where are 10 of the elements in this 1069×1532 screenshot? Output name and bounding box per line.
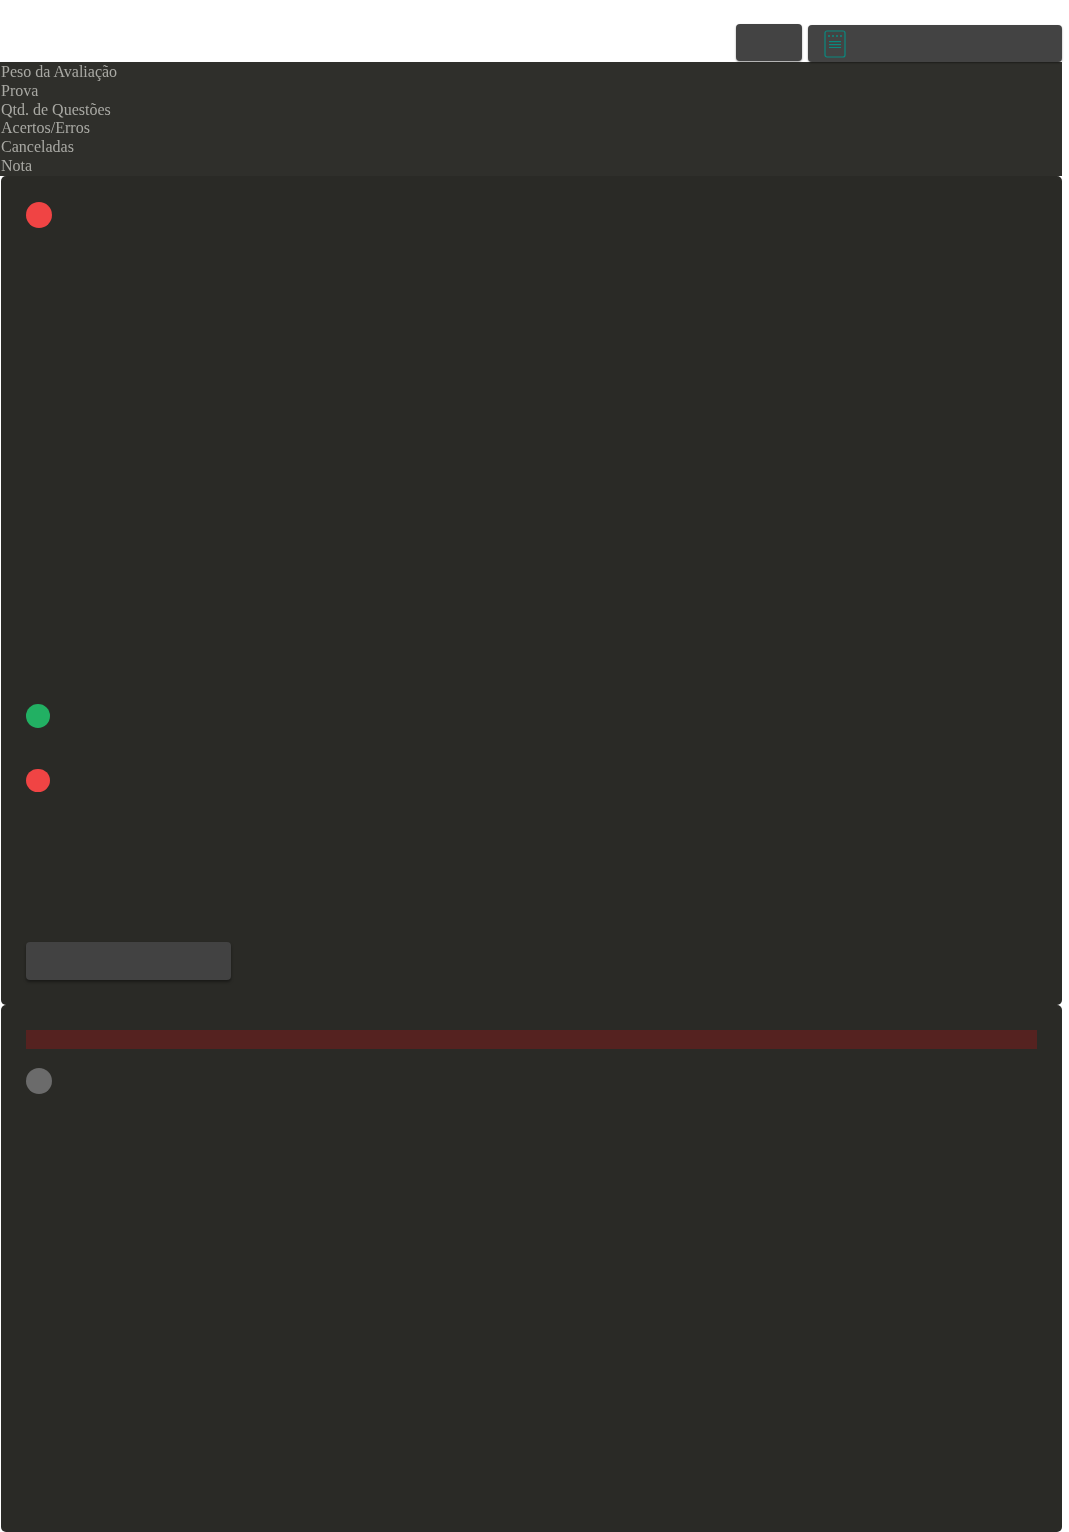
document-button[interactable]: [808, 25, 1062, 62]
column-header: Acertos/Erros: [0, 119, 90, 139]
column-header: Nota: [0, 157, 33, 176]
document-icon: [824, 29, 846, 58]
action-button[interactable]: [26, 942, 231, 980]
column-header: Qtd. de Questões: [0, 100, 111, 120]
column-header: Canceladas: [0, 138, 74, 157]
column-header: Peso da Avaliação: [0, 63, 118, 82]
toolbar-button[interactable]: [736, 24, 802, 61]
column-header: Prova: [0, 81, 39, 101]
